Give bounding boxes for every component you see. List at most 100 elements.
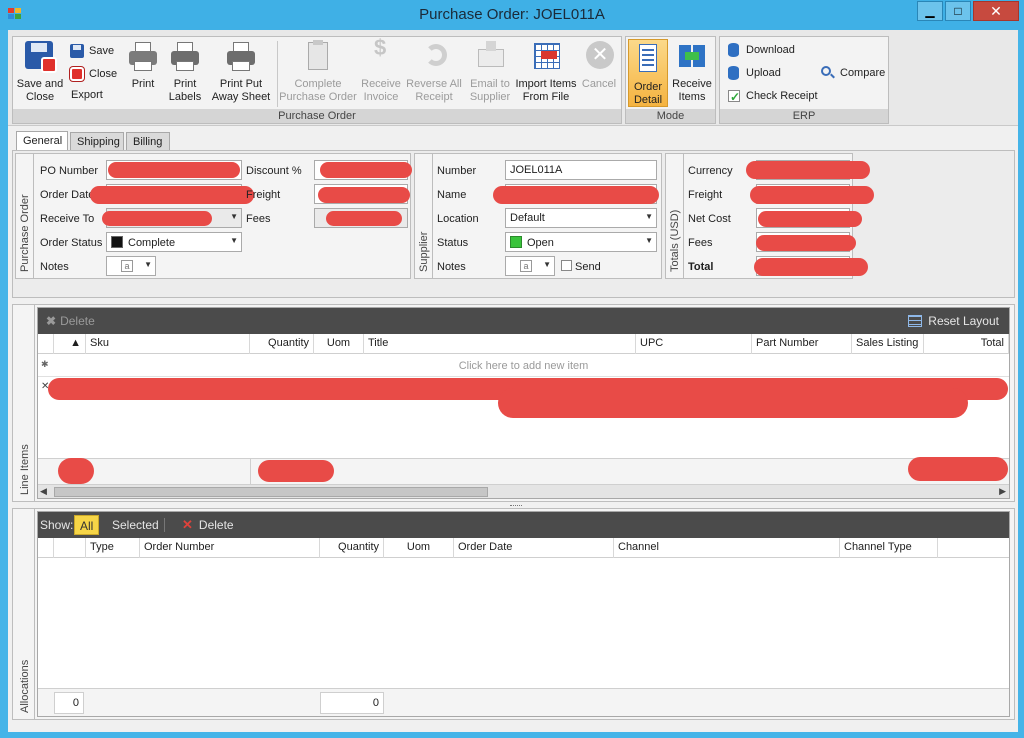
ribbon-group-mode: Order Detail Receive Items Mode — [625, 36, 716, 124]
column-header-title[interactable]: Title — [364, 334, 636, 354]
delete-x-icon: ✕ — [182, 517, 193, 532]
tab-shipping[interactable]: Shipping — [70, 132, 124, 152]
import-items-label: Import Items From File — [515, 78, 577, 103]
allocations-quantity-total: 0 — [320, 692, 384, 714]
ribbon-separator — [277, 41, 278, 107]
allocations-grid: Show: All Selected ✕ Delete Type Order N… — [37, 511, 1010, 717]
column-header-sales-listing[interactable]: Sales Listing — [852, 334, 924, 354]
line-items-label: Line Items — [19, 444, 31, 495]
print-button[interactable]: Print — [121, 39, 165, 91]
location-label: Location — [437, 213, 479, 225]
download-button[interactable]: Download — [726, 42, 795, 58]
column-header-uom[interactable]: Uom — [384, 538, 454, 558]
line-items-section: Line Items ✖ Delete Reset Layout ▲ Sku Q… — [12, 304, 1015, 502]
note-document-icon: a — [121, 260, 133, 272]
filter-selected-button[interactable]: Selected — [112, 518, 159, 532]
line-items-toolbar: ✖ Delete Reset Layout — [38, 308, 1009, 334]
send-checkbox[interactable] — [561, 260, 572, 271]
floppy-disk-icon — [23, 39, 57, 75]
mode-group-label: Mode — [626, 109, 715, 123]
title-bar[interactable]: Purchase Order: JOEL011A ▁ □ ✕ — [0, 0, 1024, 30]
net-cost-label: Net Cost — [688, 213, 731, 225]
receive-items-button[interactable]: Receive Items — [670, 39, 714, 104]
toolbar-separator — [164, 518, 165, 532]
cancel-button[interactable]: ✕ Cancel — [579, 39, 619, 91]
line-items-delete-button[interactable]: ✖ Delete — [46, 314, 95, 328]
po-notes-label: Notes — [40, 261, 69, 273]
upload-label: Upload — [746, 67, 781, 79]
column-header-channel[interactable]: Channel — [614, 538, 840, 558]
receive-invoice-label: Receive Invoice — [361, 78, 401, 103]
upload-button[interactable]: Upload — [726, 65, 781, 81]
column-header-sku[interactable]: Sku — [86, 334, 250, 354]
transfer-arrows-icon — [675, 39, 709, 75]
supplier-status-select[interactable]: Open ▼ — [505, 232, 657, 252]
check-receipt-button[interactable]: ✓ Check Receipt — [726, 88, 818, 104]
po-number-label: PO Number — [40, 165, 99, 177]
column-header-type[interactable]: Type — [86, 538, 140, 558]
location-value: Default — [510, 212, 545, 224]
redaction-mark — [318, 187, 410, 203]
order-detail-button[interactable]: Order Detail — [628, 39, 668, 107]
redaction-mark — [746, 161, 870, 179]
export-label: Export — [71, 89, 103, 101]
download-label: Download — [746, 44, 795, 56]
magnifier-document-icon — [820, 65, 836, 81]
save-button[interactable]: Save — [69, 43, 114, 59]
location-select[interactable]: Default ▼ — [505, 208, 657, 228]
supplier-name-label: Name — [437, 189, 467, 201]
undo-arrow-icon — [417, 39, 451, 75]
supplier-number-label: Number — [437, 165, 477, 177]
column-header-order-date[interactable]: Order Date — [454, 538, 614, 558]
save-label: Save — [89, 45, 115, 57]
complete-purchase-order-button[interactable]: Complete Purchase Order — [279, 39, 357, 104]
receive-to-label: Receive To — [40, 213, 95, 225]
reset-layout-label: Reset Layout — [928, 314, 999, 328]
supplier-section: Supplier Number JOEL011A Name Location D… — [414, 153, 662, 279]
scrollbar-thumb[interactable] — [54, 487, 488, 497]
print-put-away-sheet-button[interactable]: Print Put Away Sheet — [209, 39, 273, 104]
horizontal-scrollbar[interactable]: ◀ ▶ — [38, 484, 1009, 498]
compare-button[interactable]: Compare — [820, 65, 885, 81]
column-header-quantity[interactable]: Quantity — [320, 538, 384, 558]
column-header-total[interactable]: Total — [924, 334, 1009, 354]
supplier-number-field[interactable]: JOEL011A — [505, 160, 657, 180]
scroll-left-icon[interactable]: ◀ — [40, 486, 47, 497]
column-header-channel-type[interactable]: Channel Type — [840, 538, 938, 558]
show-label: Show: — [40, 518, 74, 532]
scroll-right-icon[interactable]: ▶ — [999, 486, 1006, 497]
receive-invoice-button[interactable]: $ Receive Invoice — [359, 37, 403, 104]
tab-billing[interactable]: Billing — [126, 132, 170, 152]
email-supplier-label: Email to Supplier — [469, 78, 511, 103]
spreadsheet-import-icon — [529, 39, 563, 75]
close-icon — [69, 66, 85, 82]
reverse-all-receipt-button[interactable]: Reverse All Receipt — [405, 39, 463, 104]
redaction-mark — [58, 458, 94, 484]
export-button[interactable]: Export — [71, 89, 103, 101]
purchase-order-group-label: Purchase Order — [13, 109, 621, 123]
print-labels-button[interactable]: Print Labels — [163, 39, 207, 104]
import-items-button[interactable]: Import Items From File — [513, 39, 579, 104]
column-header-quantity[interactable]: Quantity — [250, 334, 314, 354]
allocations-label: Allocations — [19, 659, 31, 713]
table-layout-icon — [908, 315, 923, 327]
minimize-button[interactable]: ▁ — [917, 1, 943, 21]
sort-ascending-icon[interactable]: ▲ — [54, 334, 86, 354]
po-notes-button[interactable]: a ▼ — [106, 256, 156, 276]
email-to-supplier-button[interactable]: Email to Supplier — [465, 39, 515, 104]
allocations-delete-button[interactable]: ✕ Delete — [182, 517, 234, 533]
order-status-select[interactable]: Complete ▼ — [106, 232, 242, 252]
column-header-part-number[interactable]: Part Number — [752, 334, 852, 354]
close-window-button[interactable]: ✕ — [973, 1, 1019, 21]
column-header-upc[interactable]: UPC — [636, 334, 752, 354]
maximize-button[interactable]: □ — [945, 1, 971, 21]
summary-divider — [250, 459, 251, 485]
column-header-order-number[interactable]: Order Number — [140, 538, 320, 558]
column-header-uom[interactable]: Uom — [314, 334, 364, 354]
supplier-notes-button[interactable]: a ▼ — [505, 256, 555, 276]
new-item-row[interactable]: ✱ Click here to add new item — [38, 355, 1009, 377]
save-and-close-button[interactable]: Save and Close — [15, 39, 65, 104]
filter-all-button[interactable]: All — [74, 515, 100, 535]
reset-layout-button[interactable]: Reset Layout — [908, 314, 999, 328]
close-button[interactable]: Close — [69, 66, 117, 82]
